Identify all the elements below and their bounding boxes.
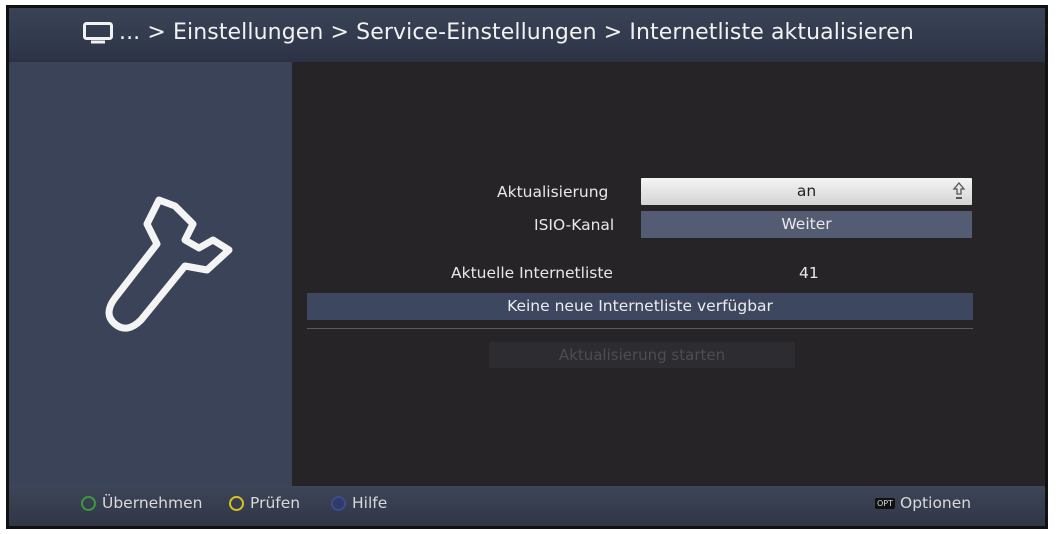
title-bar: ... > Einstellungen > Service-Einstellun… [9,8,1045,62]
hilfe-label: Hilfe [352,494,388,512]
footer-bar: Übernehmen Prüfen Hilfe OPT Optionen [9,486,1045,526]
divider [307,328,973,329]
aktualisierung-value: an [796,182,817,200]
isio-kanal-label: ISIO-Kanal [534,216,615,234]
aktuelle-internetliste-value: 41 [799,264,819,282]
isio-kanal-button[interactable]: Weiter [641,211,972,238]
uebernehmen-button[interactable]: Übernehmen [81,494,202,512]
green-key-icon [81,495,96,511]
pruefen-button[interactable]: Prüfen [229,494,300,512]
yellow-key-icon [229,495,244,511]
left-panel [9,62,292,486]
tv-screen: ... > Einstellungen > Service-Einstellun… [6,5,1048,529]
uebernehmen-label: Übernehmen [102,494,203,512]
hilfe-button[interactable]: Hilfe [331,494,387,512]
pruefen-label: Prüfen [250,494,301,512]
wrench-icon [105,196,233,332]
blue-key-icon [331,495,346,511]
tv-icon [83,22,113,44]
opt-key-icon: OPT [875,497,896,509]
scroll-arrows-icon [952,181,966,199]
optionen-button[interactable]: OPT Optionen [875,494,971,512]
aktualisierung-starten-button[interactable]: Aktualisierung starten [489,342,795,368]
aktualisierung-label: Aktualisierung [497,183,609,201]
optionen-label: Optionen [900,494,972,512]
aktualisierung-select[interactable]: an [641,178,972,205]
breadcrumb: ... > Einstellungen > Service-Einstellun… [119,20,914,45]
status-message: Keine neue Internetliste verfügbar [307,293,973,320]
aktuelle-internetliste-label: Aktuelle Internetliste [451,264,613,282]
